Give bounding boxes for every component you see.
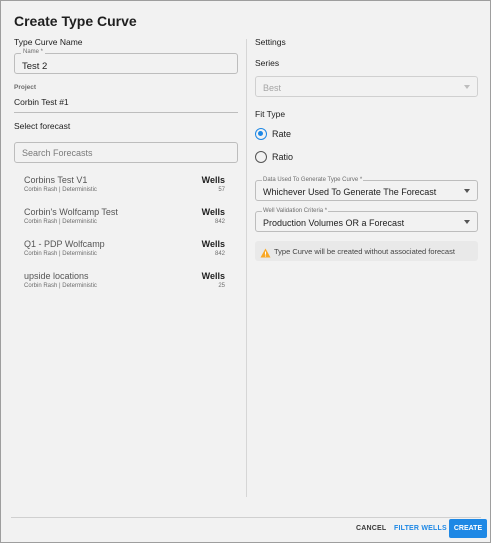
select-forecast-label: Select forecast bbox=[14, 121, 71, 131]
series-select-value: Best bbox=[263, 83, 282, 93]
create-button[interactable]: CREATE bbox=[449, 519, 487, 538]
data-used-value: Whichever Used To Generate The Forecast bbox=[263, 187, 437, 197]
forecast-owner: Corbin Rash | Deterministic bbox=[24, 187, 97, 193]
type-curve-name-label: Type Curve Name bbox=[14, 37, 83, 47]
create-type-curve-dialog: Create Type Curve Type Curve Name Name *… bbox=[0, 0, 491, 543]
fit-type-ratio-label[interactable]: Ratio bbox=[272, 152, 293, 162]
well-validation-value: Production Volumes OR a Forecast bbox=[263, 218, 405, 228]
data-used-select[interactable]: Data Used To Generate Type Curve * Which… bbox=[255, 177, 478, 201]
chevron-down-icon bbox=[464, 189, 470, 193]
fit-type-rate-label[interactable]: Rate bbox=[272, 129, 291, 139]
search-forecasts-input[interactable] bbox=[14, 142, 238, 163]
forecast-owner: Corbin Rash | Deterministic bbox=[24, 219, 97, 225]
series-label: Series bbox=[255, 58, 280, 68]
forecast-wells-count: 57 bbox=[218, 187, 225, 193]
forecast-item[interactable]: Q1 - PDP Wolfcamp Corbin Rash | Determin… bbox=[14, 239, 239, 271]
name-field[interactable]: Name * Test 2 bbox=[14, 49, 238, 74]
name-field-label: Name * bbox=[21, 49, 46, 55]
dialog-title: Create Type Curve bbox=[14, 13, 137, 29]
chevron-down-icon bbox=[464, 220, 470, 224]
right-column: Settings Series Best Fit Type Rate Ratio… bbox=[255, 37, 480, 261]
forecast-name: Corbin's Wolfcamp Test bbox=[24, 207, 118, 217]
left-column: Type Curve Name Name * Test 2 Project Co… bbox=[14, 37, 239, 303]
radio-button-icon[interactable] bbox=[255, 128, 267, 140]
project-underline bbox=[14, 112, 238, 113]
fit-type-rate-option[interactable]: Rate bbox=[255, 125, 480, 147]
forecast-wells-count: 842 bbox=[214, 251, 225, 257]
well-validation-select[interactable]: Well Validation Criteria * Production Vo… bbox=[255, 208, 478, 232]
chevron-down-icon bbox=[464, 85, 470, 89]
radio-button-icon[interactable] bbox=[255, 151, 267, 163]
settings-label: Settings bbox=[255, 37, 286, 47]
forecast-item[interactable]: upside locations Corbin Rash | Determini… bbox=[14, 271, 239, 303]
forecast-list: Corbins Test V1 Corbin Rash | Determinis… bbox=[14, 175, 239, 303]
fit-type-label: Fit Type bbox=[255, 109, 286, 119]
forecast-wells-label: Wells bbox=[201, 207, 225, 217]
forecast-name: Q1 - PDP Wolfcamp bbox=[24, 239, 105, 249]
forecast-wells-label: Wells bbox=[201, 271, 225, 281]
footer-divider bbox=[11, 517, 481, 518]
filter-wells-button[interactable]: FILTER WELLS bbox=[394, 525, 447, 532]
data-used-label: Data Used To Generate Type Curve * bbox=[262, 177, 364, 183]
project-label: Project bbox=[14, 84, 37, 91]
project-value[interactable]: Corbin Test #1 bbox=[14, 97, 239, 107]
forecast-name: Corbins Test V1 bbox=[24, 175, 88, 185]
warning-triangle-icon bbox=[260, 245, 271, 263]
warning-text: Type Curve will be created without assoc… bbox=[274, 247, 455, 256]
forecast-wells-count: 25 bbox=[218, 283, 225, 289]
warning-banner: Type Curve will be created without assoc… bbox=[255, 241, 478, 261]
well-validation-label: Well Validation Criteria * bbox=[262, 208, 329, 214]
forecast-owner: Corbin Rash | Deterministic bbox=[24, 283, 97, 289]
forecast-wells-count: 842 bbox=[214, 219, 225, 225]
fit-type-ratio-option[interactable]: Ratio bbox=[255, 148, 480, 170]
forecast-wells-label: Wells bbox=[201, 175, 225, 185]
cancel-button[interactable]: CANCEL bbox=[356, 525, 386, 532]
forecast-owner: Corbin Rash | Deterministic bbox=[24, 251, 97, 257]
series-select[interactable]: Best bbox=[255, 76, 478, 97]
forecast-wells-label: Wells bbox=[201, 239, 225, 249]
forecast-name: upside locations bbox=[24, 271, 89, 281]
column-divider bbox=[246, 39, 247, 497]
forecast-item[interactable]: Corbin's Wolfcamp Test Corbin Rash | Det… bbox=[14, 207, 239, 239]
fit-type-radio-group: Rate Ratio bbox=[255, 125, 480, 170]
forecast-item[interactable]: Corbins Test V1 Corbin Rash | Determinis… bbox=[14, 175, 239, 207]
name-field-value[interactable]: Test 2 bbox=[22, 61, 47, 72]
